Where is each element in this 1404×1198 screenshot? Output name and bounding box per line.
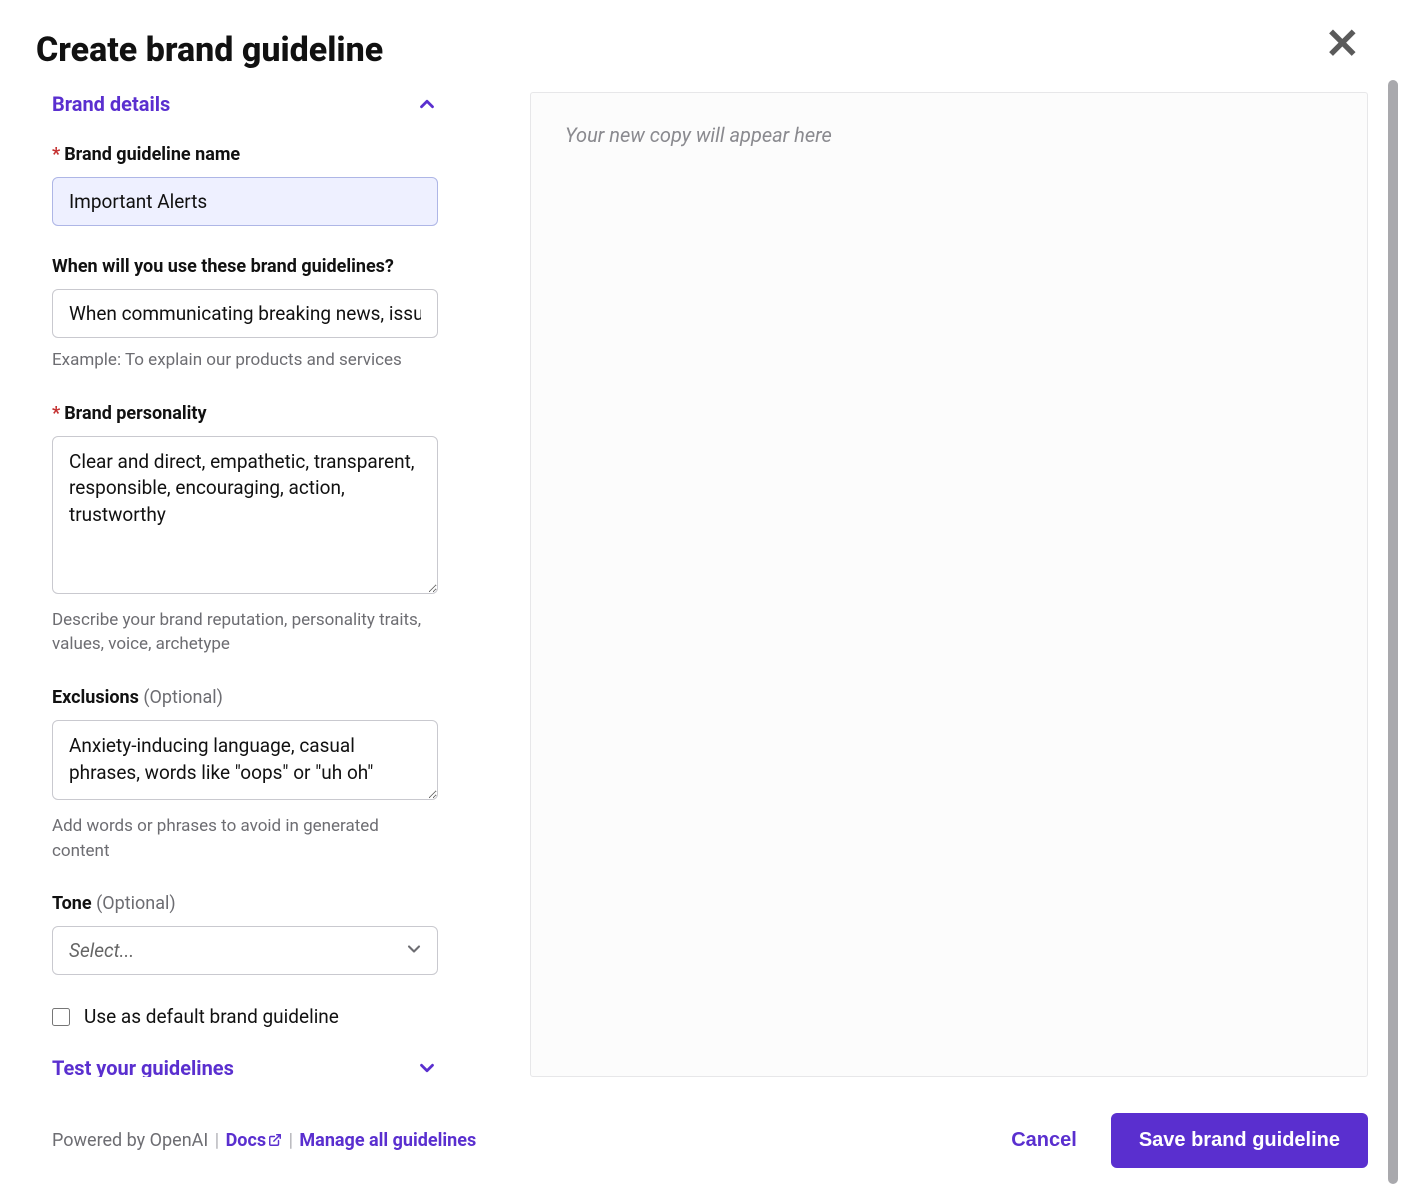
tone-select[interactable]: Select... xyxy=(52,926,438,975)
helper-when: Example: To explain our products and ser… xyxy=(52,348,438,373)
field-personality: *Brand personality Describe your brand r… xyxy=(52,403,438,657)
default-checkbox[interactable] xyxy=(52,1008,70,1026)
external-link-icon xyxy=(268,1131,282,1152)
exclusions-textarea[interactable] xyxy=(52,720,438,800)
footer-right: Cancel Save brand guideline xyxy=(993,1113,1368,1168)
brand-personality-textarea[interactable] xyxy=(52,436,438,594)
field-when: When will you use these brand guidelines… xyxy=(52,256,438,373)
helper-exclusions: Add words or phrases to avoid in generat… xyxy=(52,814,438,863)
save-button[interactable]: Save brand guideline xyxy=(1111,1113,1368,1168)
field-exclusions: Exclusions (Optional) Add words or phras… xyxy=(52,687,438,863)
chevron-up-icon xyxy=(416,93,438,115)
field-tone: Tone (Optional) Select... xyxy=(52,893,438,975)
docs-link[interactable]: Docs xyxy=(226,1130,282,1151)
label-tone: Tone (Optional) xyxy=(52,893,438,914)
section-test-guidelines[interactable]: Test your guidelines xyxy=(52,1056,438,1077)
section-label: Test your guidelines xyxy=(52,1056,234,1077)
brand-guideline-name-input[interactable] xyxy=(52,177,438,226)
powered-by-text: Powered by OpenAI xyxy=(52,1130,208,1151)
section-label: Brand details xyxy=(52,92,170,116)
chevron-down-icon xyxy=(416,1057,438,1077)
scrollbar-thumb[interactable] xyxy=(1388,80,1398,1184)
label-exclusions: Exclusions (Optional) xyxy=(52,687,438,708)
preview-area: Your new copy will appear here xyxy=(530,92,1368,1077)
label-when: When will you use these brand guidelines… xyxy=(52,256,438,277)
required-mark: * xyxy=(52,403,60,424)
helper-personality: Describe your brand reputation, personal… xyxy=(52,608,438,657)
preview-placeholder: Your new copy will appear here xyxy=(565,123,832,147)
scrollbar[interactable] xyxy=(1388,80,1398,1184)
cancel-button[interactable]: Cancel xyxy=(993,1115,1095,1166)
form-panel: Brand details *Brand guideline name When… xyxy=(36,92,438,1077)
when-use-input[interactable] xyxy=(52,289,438,338)
manage-guidelines-link[interactable]: Manage all guidelines xyxy=(299,1130,476,1151)
tone-select-wrap: Select... xyxy=(52,926,438,975)
separator: | xyxy=(289,1130,298,1151)
close-icon[interactable]: ✕ xyxy=(1325,24,1360,66)
modal-body: Brand details *Brand guideline name When… xyxy=(36,92,1368,1077)
label-personality: *Brand personality xyxy=(52,403,438,424)
default-checkbox-label: Use as default brand guideline xyxy=(84,1005,339,1028)
field-name: *Brand guideline name xyxy=(52,144,438,226)
modal-footer: Powered by OpenAI | Docs | Manage all gu… xyxy=(36,1113,1368,1168)
separator: | xyxy=(215,1130,224,1151)
label-name: *Brand guideline name xyxy=(52,144,438,165)
preview-panel: Your new copy will appear here xyxy=(530,92,1368,1077)
default-checkbox-row: Use as default brand guideline xyxy=(52,1005,438,1028)
create-brand-guideline-modal: ✕ Create brand guideline Brand details *… xyxy=(0,0,1404,1198)
page-title: Create brand guideline xyxy=(36,30,1368,70)
footer-left: Powered by OpenAI | Docs | Manage all gu… xyxy=(52,1130,476,1152)
required-mark: * xyxy=(52,144,60,165)
section-brand-details[interactable]: Brand details xyxy=(52,92,438,116)
